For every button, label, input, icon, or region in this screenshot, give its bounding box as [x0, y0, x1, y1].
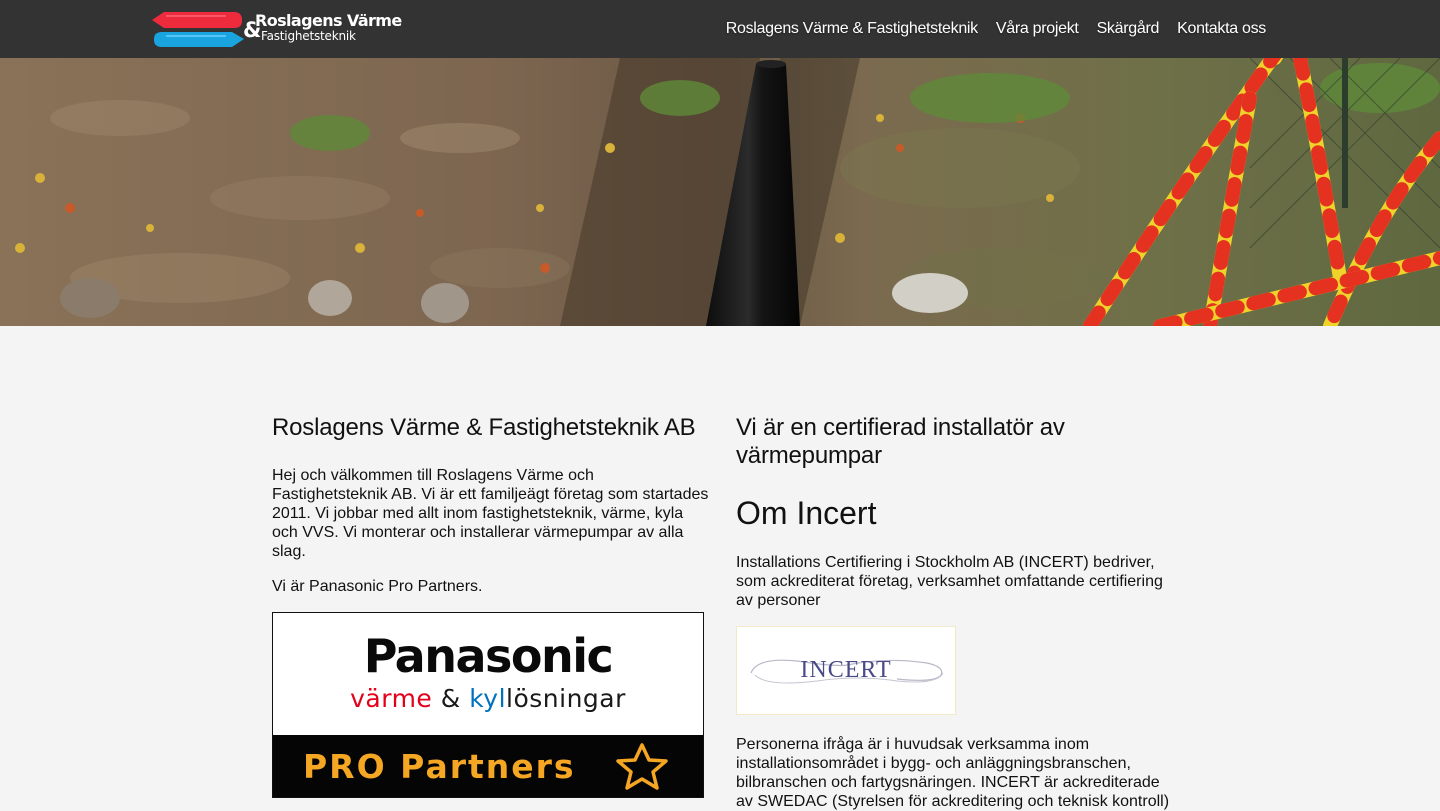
panasonic-logo-bottom: PRO Partners — [273, 735, 703, 797]
trench-pipe-photo-icon — [0, 58, 1440, 326]
star-icon — [616, 743, 668, 790]
partners-text-block: Vi är Panasonic Pro Partners. — [272, 577, 712, 596]
site-logo[interactable]: & Roslagens Värme Fastighetsteknik — [152, 10, 402, 50]
incert-heading: Om Incert — [736, 495, 877, 531]
top-navbar: & Roslagens Värme Fastighetsteknik Rosla… — [0, 0, 1440, 58]
nav-link-home[interactable]: Roslagens Värme & Fastighetsteknik — [726, 20, 978, 38]
partners-paragraph: Vi är Panasonic Pro Partners. — [272, 578, 483, 595]
nav-link-skargard[interactable]: Skärgård — [1097, 20, 1160, 38]
incert-logo: INCERT — [736, 626, 956, 715]
logo-line2: Fastighetsteknik — [261, 29, 356, 43]
intro-paragraph: Hej och välkommen till Roslagens Värme o… — [272, 467, 709, 560]
sub-and: & — [432, 684, 470, 713]
panasonic-pro-partners-logo: Panasonic värme & kyllösningar PRO Partn… — [272, 612, 704, 798]
incert-logo-text: INCERT — [800, 657, 892, 683]
certification-heading: Vi är en certifierad installatör av värm… — [736, 414, 1065, 469]
sub-rest: lösningar — [506, 684, 626, 713]
main-nav: Roslagens Värme & Fastighetsteknik Våra … — [726, 0, 1267, 58]
company-heading: Roslagens Värme & Fastighetsteknik AB — [272, 414, 696, 441]
nav-link-contact[interactable]: Kontakta oss — [1177, 20, 1266, 38]
hero-image — [0, 58, 1440, 326]
sub-red: värme — [350, 684, 433, 713]
pro-partners-text: PRO Partners — [303, 747, 576, 786]
incert-text-block: Installations Certifiering i Stockholm A… — [736, 553, 1166, 610]
nav-link-projects[interactable]: Våra projekt — [996, 20, 1079, 38]
incert-heading-block: Om Incert — [736, 495, 1176, 531]
intro-column: Roslagens Värme & Fastighetsteknik AB — [272, 414, 712, 442]
panasonic-logo-top: Panasonic värme & kyllösningar — [273, 613, 703, 735]
intro-text-block: Hej och välkommen till Roslagens Värme o… — [272, 466, 712, 561]
logo-line1: Roslagens Värme — [255, 11, 402, 30]
certification-column: Vi är en certifierad installatör av värm… — [736, 414, 1156, 470]
sub-blue: kyl — [469, 684, 507, 713]
logo-arrows-icon — [152, 12, 244, 47]
incert-paragraph-1: Installations Certifiering i Stockholm A… — [736, 554, 1163, 609]
panasonic-subline: värme & kyllösningar — [273, 683, 703, 715]
panasonic-brand: Panasonic — [363, 629, 614, 683]
incert-text-block-2: Personerna ifråga är i huvudsak verksamm… — [736, 735, 1176, 811]
incert-paragraph-2: Personerna ifråga är i huvudsak verksamm… — [736, 736, 1170, 810]
